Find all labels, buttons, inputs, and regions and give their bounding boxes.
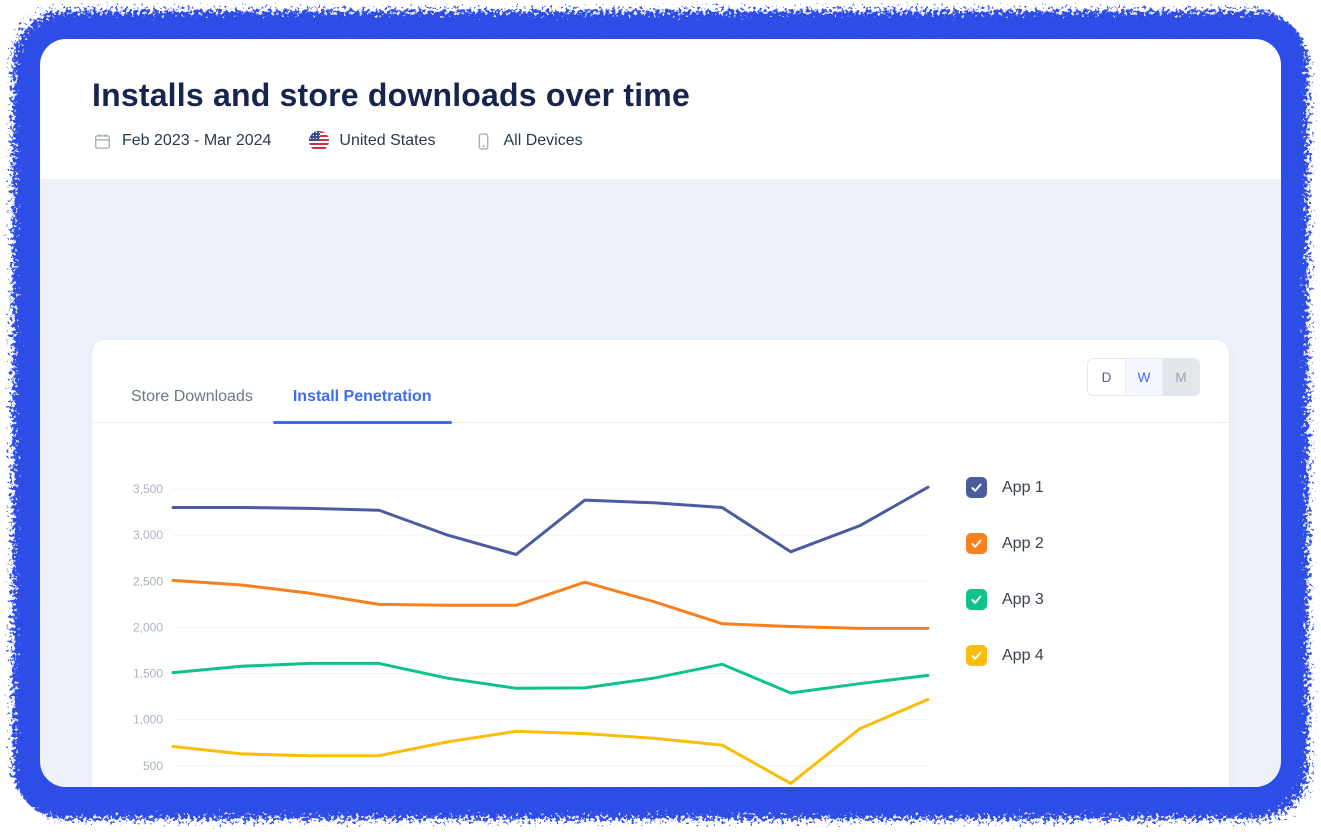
- legend-label-app-2: App 2: [1002, 535, 1044, 553]
- y-axis-label: 2,500: [133, 574, 163, 588]
- legend-item-app-1[interactable]: App 1: [966, 477, 1044, 498]
- granularity-day-button[interactable]: D: [1088, 359, 1125, 395]
- series-line-app-3: [173, 663, 928, 693]
- tab-store-downloads-label: Store Downloads: [131, 388, 253, 406]
- report-filters-row: Feb 2023 - Mar 2024 United States All De…: [92, 131, 1281, 151]
- check-icon: [970, 481, 983, 494]
- tab-install-penetration-label: Install Penetration: [293, 388, 432, 406]
- tab-install-penetration[interactable]: Install Penetration: [273, 340, 452, 422]
- y-axis-label: 1,500: [133, 667, 163, 681]
- chart-card: Store Downloads Install Penetration D W …: [92, 340, 1229, 787]
- y-axis-label: 3,000: [133, 528, 163, 542]
- y-axis-label: 1,000: [133, 713, 163, 727]
- legend-item-app-3[interactable]: App 3: [966, 589, 1044, 610]
- legend-label-app-1: App 1: [1002, 479, 1044, 497]
- series-line-app-2: [173, 580, 928, 628]
- granularity-week-button[interactable]: W: [1125, 359, 1162, 395]
- line-chart: 3,5003,0002,5002,0001,5001,000500N/AAug …: [128, 472, 968, 787]
- legend-checkbox-app-2[interactable]: [966, 533, 987, 554]
- page-title: Installs and store downloads over time: [92, 77, 1281, 114]
- granularity-month-button[interactable]: M: [1162, 359, 1199, 395]
- series-line-app-1: [173, 487, 928, 554]
- legend-checkbox-app-4[interactable]: [966, 645, 987, 666]
- chart-card-header: Store Downloads Install Penetration D W …: [92, 340, 1229, 423]
- country-label: United States: [339, 132, 435, 150]
- legend-label-app-4: App 4: [1002, 647, 1044, 665]
- legend-item-app-4[interactable]: App 4: [966, 645, 1044, 666]
- us-flag-icon: [309, 131, 329, 151]
- device-icon: [473, 131, 493, 151]
- report-header: Installs and store downloads over time F…: [40, 39, 1281, 151]
- country-filter[interactable]: United States: [309, 131, 435, 151]
- device-label: All Devices: [503, 132, 582, 150]
- calendar-icon: [92, 131, 112, 151]
- legend-item-app-2[interactable]: App 2: [966, 533, 1044, 554]
- date-range-label: Feb 2023 - Mar 2024: [122, 132, 271, 150]
- check-icon: [970, 537, 983, 550]
- tab-store-downloads[interactable]: Store Downloads: [111, 340, 273, 422]
- date-range-filter[interactable]: Feb 2023 - Mar 2024: [92, 131, 271, 151]
- legend-label-app-3: App 3: [1002, 591, 1044, 609]
- granularity-toggle: D W M: [1087, 358, 1200, 396]
- y-axis-label: 500: [143, 759, 163, 773]
- series-line-app-4: [173, 699, 928, 783]
- legend-checkbox-app-3[interactable]: [966, 589, 987, 610]
- chart-legend: App 1 App 2 App 3: [966, 477, 1044, 701]
- y-axis-label: 2,000: [133, 620, 163, 634]
- content-panel: Installs and store downloads over time F…: [40, 39, 1281, 787]
- device-filter[interactable]: All Devices: [473, 131, 582, 151]
- legend-checkbox-app-1[interactable]: [966, 477, 987, 498]
- check-icon: [970, 593, 983, 606]
- y-axis-label: 3,500: [133, 482, 163, 496]
- check-icon: [970, 649, 983, 662]
- report-body-section: Store Downloads Install Penetration D W …: [40, 179, 1281, 787]
